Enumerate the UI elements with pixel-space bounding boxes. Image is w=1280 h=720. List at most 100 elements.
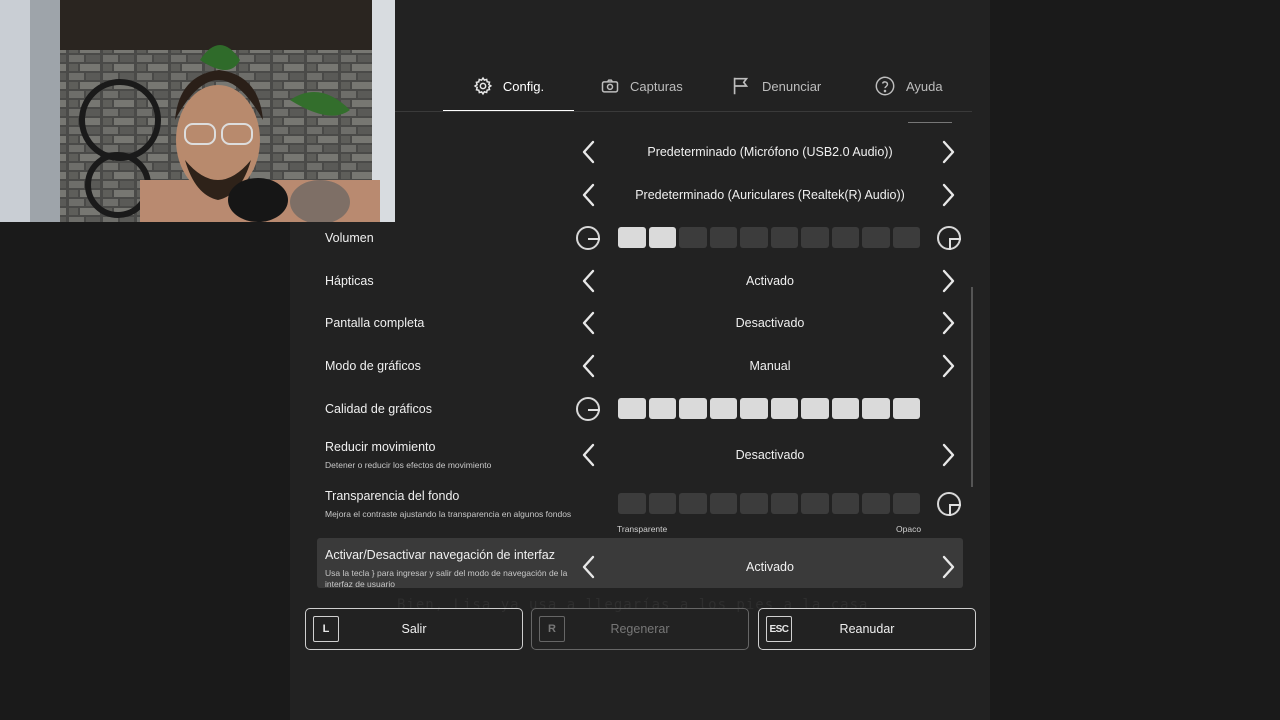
chevron-left-icon [582,443,595,467]
camera-icon [600,76,620,96]
slider-segment[interactable] [801,493,829,514]
chevron-left-icon [582,311,595,335]
graphics-quality-label: Calidad de gráficos [325,402,433,416]
key-r-icon: R [539,616,565,642]
graphics-mode-next-button[interactable] [937,352,961,380]
slider-segment[interactable] [831,493,859,514]
slider-segment[interactable] [770,398,798,419]
graphics-quality-decrease-button[interactable] [576,397,600,421]
haptics-next-button[interactable] [937,267,961,295]
setting-fullscreen: Pantalla completa Desactivado [317,309,963,337]
bg-transparency-slider[interactable] [618,493,920,514]
reduce-motion-value: Desactivado [735,448,805,462]
setting-reduce-motion: Reducir movimiento Detener o reducir los… [317,436,963,474]
setting-output-device: positivo Predeterminado (Auriculares (Re… [317,181,963,209]
setting-graphics-quality: Calidad de gráficos [317,395,963,423]
key-l-icon: L [313,616,339,642]
ui-navigation-label: Activar/Desactivar navegación de interfa… [325,548,555,562]
tab-ayuda[interactable]: Ayuda [874,60,943,112]
haptics-value: Activado [746,274,794,288]
slider-segment[interactable] [648,398,676,419]
slider-segment[interactable] [892,493,920,514]
tab-config[interactable]: Config. [443,60,574,112]
question-icon [874,75,896,97]
slider-segment[interactable] [740,493,768,514]
bg-transparency-increase-button[interactable] [937,492,961,516]
graphics-quality-slider[interactable] [618,398,920,419]
resume-button[interactable]: ESC Reanudar [758,608,976,650]
chevron-right-icon [942,311,955,335]
chevron-right-icon [942,269,955,293]
webcam-overlay [0,0,395,222]
haptics-prev-button[interactable] [576,267,600,295]
slider-min-label: Transparente [617,524,668,534]
volume-increase-button[interactable] [937,226,961,250]
slider-segment[interactable] [892,227,920,248]
slider-segment[interactable] [709,398,737,419]
tab-capturas[interactable]: Capturas [600,60,683,112]
fullscreen-label: Pantalla completa [325,316,425,330]
slider-segment[interactable] [801,398,829,419]
fullscreen-value: Desactivado [735,316,805,330]
volume-decrease-button[interactable] [576,226,600,250]
slider-segment[interactable] [862,227,890,248]
ui-navigation-prev-button[interactable] [576,553,600,581]
ui-navigation-value: Activado [746,560,794,574]
setting-ui-navigation[interactable]: Activar/Desactivar navegación de interfa… [317,538,963,589]
bg-transparency-description: Mejora el contraste ajustando la transpa… [325,509,572,519]
chevron-right-icon [942,555,955,579]
chevron-right-icon [942,443,955,467]
slider-segment[interactable] [648,493,676,514]
setting-haptics: Hápticas Activado [317,267,963,295]
slider-segment[interactable] [862,398,890,419]
output-device-next-button[interactable] [937,181,961,209]
input-device-prev-button[interactable] [576,138,600,166]
slider-segment[interactable] [679,227,707,248]
flag-icon [730,75,752,97]
slider-segment[interactable] [740,398,768,419]
resume-button-label: Reanudar [839,622,895,636]
slider-segment[interactable] [801,227,829,248]
slider-segment[interactable] [831,227,859,248]
slider-segment[interactable] [862,493,890,514]
output-device-value: Predeterminado (Auriculares (Realtek(R) … [635,188,905,202]
tab-denunciar-label: Denunciar [762,78,822,94]
input-device-next-button[interactable] [937,138,961,166]
output-device-prev-button[interactable] [576,181,600,209]
leave-button-label: Salir [401,622,427,636]
slider-segment[interactable] [831,398,859,419]
ui-navigation-description: Usa la tecla } para ingresar y salir del… [325,568,568,589]
gear-icon [473,76,493,96]
slider-segment[interactable] [648,227,676,248]
slider-segment[interactable] [618,398,646,419]
slider-segment[interactable] [679,398,707,419]
graphics-mode-prev-button[interactable] [576,352,600,380]
slider-segment[interactable] [770,227,798,248]
volume-slider[interactable] [618,227,920,248]
slider-segment[interactable] [709,227,737,248]
tab-ayuda-label: Ayuda [906,78,943,94]
fullscreen-next-button[interactable] [937,309,961,337]
haptics-label: Hápticas [325,274,374,288]
fullscreen-prev-button[interactable] [576,309,600,337]
ui-navigation-next-button[interactable] [937,553,961,581]
slider-segment[interactable] [618,227,646,248]
tab-denunciar[interactable]: Denunciar [730,60,821,112]
reduce-motion-prev-button[interactable] [576,441,600,469]
slider-segment[interactable] [679,493,707,514]
reset-button[interactable]: R Regenerar [531,608,749,650]
slider-segment[interactable] [770,493,798,514]
settings-scrollbar[interactable] [971,287,973,487]
reduce-motion-next-button[interactable] [937,441,961,469]
chevron-left-icon [582,354,595,378]
webcam-feed-image [0,0,395,222]
slider-segment[interactable] [709,493,737,514]
chevron-left-icon [582,140,595,164]
slider-segment[interactable] [740,227,768,248]
slider-segment[interactable] [618,493,646,514]
chevron-right-icon [942,140,955,164]
scroll-top-indicator [908,122,952,123]
reset-button-label: Regenerar [610,622,670,636]
leave-button[interactable]: L Salir [305,608,523,650]
slider-segment[interactable] [892,398,920,419]
